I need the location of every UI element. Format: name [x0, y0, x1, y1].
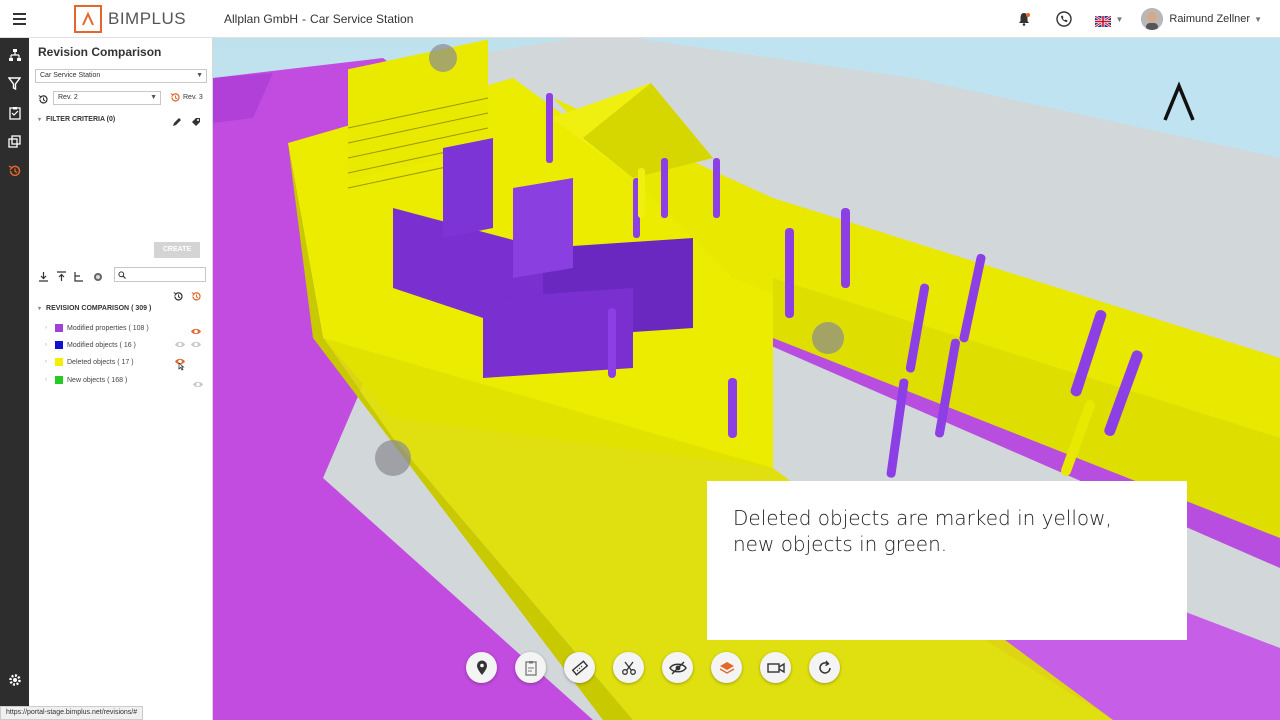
task-clipboard-icon[interactable] — [515, 652, 546, 683]
eye-icon[interactable] — [174, 340, 186, 349]
company-name[interactable]: Allplan GmbH — [224, 12, 298, 26]
tree-item-count: ( 16 ) — [119, 341, 136, 349]
filter-criteria-header[interactable]: ▾ FILTER CRITERIA (0) — [38, 116, 115, 123]
tree-item-label: Modified properties — [67, 324, 127, 332]
expand-arrow-icon[interactable]: › — [45, 377, 55, 383]
panel-title: Revision Comparison — [38, 45, 162, 59]
app-root: BIMPLUS Allplan GmbH - Car Service Station… — [0, 0, 1280, 720]
revision-from-value: Rev. 2 — [58, 94, 78, 101]
copy-icon[interactable] — [0, 127, 29, 156]
collapse-all-icon[interactable] — [56, 269, 67, 287]
settings-gear-icon[interactable] — [0, 665, 29, 694]
revision-from-select[interactable]: Rev. 2 ▼ — [53, 91, 161, 105]
hierarchy-icon[interactable] — [0, 40, 29, 69]
caption-line-1: Deleted objects are marked in yellow, — [733, 506, 1112, 530]
viewer-toolbar — [466, 652, 840, 686]
top-bar: BIMPLUS Allplan GmbH - Car Service Station… — [0, 0, 1280, 38]
bell-icon[interactable] — [1013, 8, 1035, 30]
tree-item-modified-objects[interactable]: › Modified objects ( 16 ) — [45, 339, 136, 351]
logo-mark-icon — [74, 5, 102, 33]
layers-icon[interactable] — [93, 269, 103, 287]
project-select-caret-icon: ▼ — [196, 72, 203, 79]
filter-collapse-icon[interactable]: ▾ — [38, 117, 41, 123]
color-swatch — [55, 376, 63, 384]
tree-root-count: ( 309 ) — [131, 305, 152, 312]
color-swatch — [55, 324, 63, 332]
tree-item-modified-properties[interactable]: › Modified properties ( 108 ) — [45, 322, 149, 334]
project-select-value: Car Service Station — [40, 72, 101, 79]
filter-icon[interactable] — [0, 69, 29, 98]
tree-item-new-objects[interactable]: › New objects ( 168 ) — [45, 374, 127, 386]
revision-to[interactable]: Rev. 3 — [170, 92, 203, 103]
project-select[interactable]: Car Service Station ▼ — [35, 69, 207, 83]
revision-from-icon — [38, 92, 49, 110]
eye-visible-icon[interactable] — [190, 323, 202, 341]
phone-icon[interactable] — [1053, 8, 1075, 30]
color-swatch — [55, 341, 63, 349]
measure-ruler-icon[interactable] — [564, 652, 595, 683]
history-back-icon[interactable] — [173, 289, 184, 307]
layers-stack-icon[interactable] — [711, 652, 742, 683]
visibility-toggles — [174, 340, 202, 349]
tag-icon[interactable] — [191, 114, 201, 132]
eye-icon[interactable] — [192, 376, 204, 394]
project-name[interactable]: Car Service Station — [310, 12, 413, 26]
tree-structure-icon[interactable] — [73, 269, 84, 287]
create-button[interactable]: CREATE — [154, 242, 200, 258]
revision-history-icon[interactable] — [0, 156, 29, 185]
expand-arrow-icon[interactable]: › — [45, 359, 55, 365]
revision-comparison-panel: Revision Comparison Car Service Station … — [29, 38, 213, 720]
clipboard-icon[interactable] — [0, 98, 29, 127]
tree-root-label: REVISION COMPARISON — [46, 305, 130, 312]
status-url-bar: https://portal-stage.bimplus.net/revisio… — [0, 706, 144, 720]
color-swatch — [55, 358, 63, 366]
avatar[interactable] — [1141, 8, 1164, 30]
edit-pencil-icon[interactable] — [172, 114, 182, 132]
tree-item-deleted-objects[interactable]: › Deleted objects ( 17 ) — [45, 356, 134, 368]
caption-box: Deleted objects are marked in yellow, ne… — [707, 481, 1187, 640]
tree-item-label: Modified objects — [67, 341, 118, 349]
revision-to-label: Rev. 3 — [183, 94, 203, 101]
expand-arrow-icon[interactable]: › — [45, 342, 55, 348]
expand-all-icon[interactable] — [38, 269, 49, 287]
tree-root-expand-icon[interactable]: ▾ — [38, 306, 41, 312]
search-input[interactable] — [114, 267, 206, 282]
hide-eye-icon[interactable] — [662, 652, 693, 683]
uk-flag-icon[interactable] — [1094, 14, 1113, 28]
menu-icon[interactable] — [0, 0, 38, 38]
section-cut-icon[interactable] — [613, 652, 644, 683]
reset-view-icon[interactable] — [809, 652, 840, 683]
tree-item-label: New objects — [67, 376, 106, 384]
eye-icon[interactable] — [190, 340, 202, 349]
tree-item-count: ( 168 ) — [107, 376, 128, 384]
user-name[interactable]: Raimund Zellner — [1169, 13, 1250, 25]
user-caret-icon[interactable]: ▼ — [1254, 15, 1262, 24]
expand-arrow-icon[interactable]: › — [45, 325, 55, 331]
tree-root[interactable]: ▾ REVISION COMPARISON ( 309 ) — [38, 305, 151, 312]
breadcrumb-separator: - — [302, 12, 307, 26]
revision-from-caret-icon: ▼ — [150, 94, 157, 101]
tree-item-label: Deleted objects — [67, 358, 116, 366]
brand-name: BIMPLUS — [108, 9, 187, 28]
location-pin-icon[interactable] — [466, 652, 497, 683]
search-icon — [118, 271, 126, 279]
bimplus-logo[interactable]: BIMPLUS — [74, 5, 186, 33]
top-right-controls: ▼ Raimund Zellner ▼ — [995, 0, 1262, 38]
project-breadcrumb: Allplan GmbH - Car Service Station — [224, 12, 413, 26]
tree-item-count: ( 17 ) — [117, 358, 134, 366]
filter-criteria-label: FILTER CRITERIA (0) — [46, 116, 116, 123]
eye-hover-icon[interactable] — [174, 357, 186, 376]
history-current-icon[interactable] — [191, 289, 202, 307]
left-icon-bar — [0, 38, 29, 720]
language-caret-icon[interactable]: ▼ — [1115, 15, 1123, 24]
caption-line-2: new objects in green. — [733, 532, 948, 556]
tree-item-count: ( 108 ) — [128, 324, 149, 332]
camera-video-icon[interactable] — [760, 652, 791, 683]
revision-to-icon — [170, 93, 180, 102]
